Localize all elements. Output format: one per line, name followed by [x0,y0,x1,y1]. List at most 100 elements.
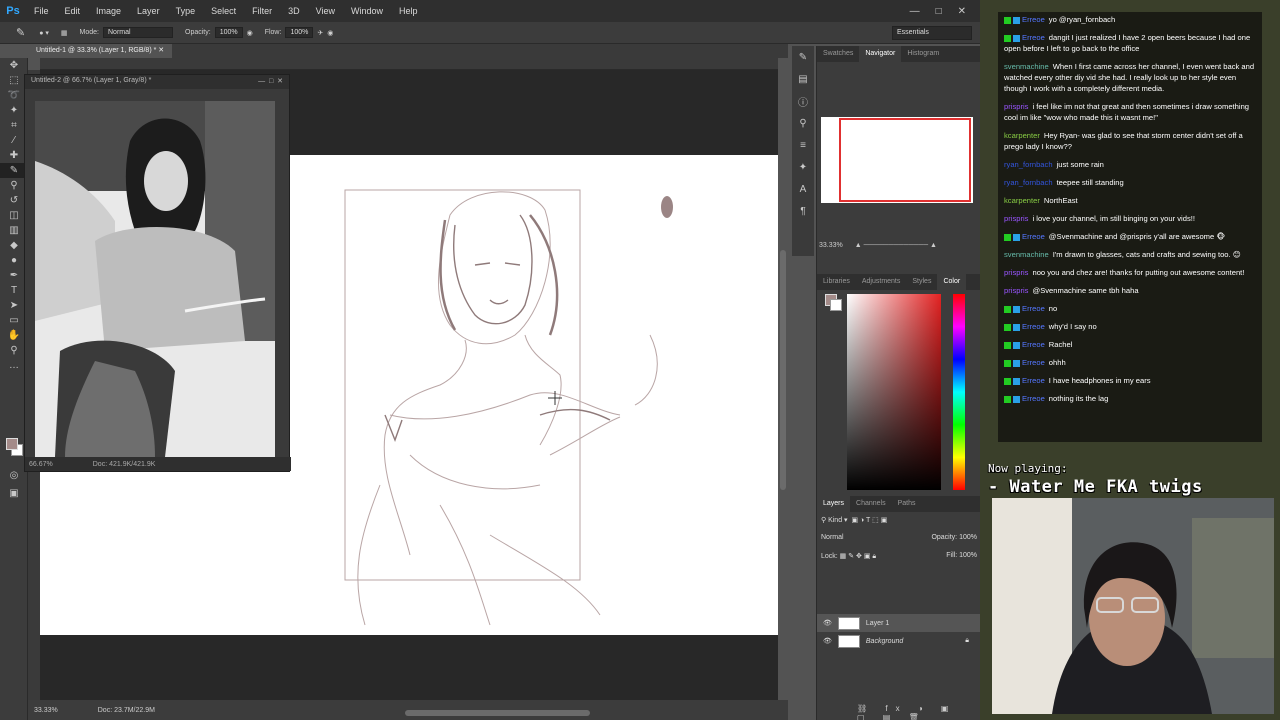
workspace-select[interactable]: Essentials [892,26,972,40]
chat-username[interactable]: Erreoe [1022,358,1045,367]
tab-navigator[interactable]: Navigator [859,46,902,62]
character-icon[interactable]: A [792,178,814,200]
tab-layers[interactable]: Layers [817,496,851,512]
horizontal-scrollbar[interactable] [405,710,590,716]
info-panel-icon[interactable]: ⓘ [792,90,814,112]
color-bg-swatch[interactable] [830,299,842,311]
move-tool-icon[interactable]: ✥ [0,58,28,73]
properties-icon[interactable]: ≡ [792,134,814,156]
layer-row-background[interactable]: 👁︎ Background 🔒︎ [817,632,981,650]
chat-username[interactable]: svenmachine [1004,250,1049,259]
status-zoom[interactable]: 33.33% [34,707,58,714]
lock-controls: Lock: ▦ ✎ ✥ ▣ 🔒︎ [821,553,877,560]
menu-select[interactable]: Select [203,6,244,16]
chat-username[interactable]: Erreoe [1022,340,1045,349]
navigator-view-frame[interactable] [839,118,971,202]
airbrush-icon[interactable]: ✈ [317,29,323,37]
chat-text: no [1048,304,1058,313]
close-button[interactable]: ✕ [958,6,966,17]
blend-mode-select[interactable]: Normal [821,534,844,541]
chat-message: Erreoe yo @ryan_fornbach [998,12,1262,27]
layer-filter[interactable]: ⚲ Kind ▾ ▣ ◑ T ⬚ ▣ [821,516,887,524]
color-saturation-picker[interactable] [847,294,941,490]
chat-username[interactable]: Erreoe [1022,232,1045,241]
eye-icon[interactable]: 👁︎ [823,637,832,645]
history-panel-icon[interactable]: ▤ [792,68,814,90]
sub-badge-icon [1013,377,1020,385]
brush-panel-icon[interactable]: ✎ [792,46,814,68]
tab-paths[interactable]: Paths [892,496,922,512]
reference-window[interactable]: Untitled-2 @ 66.7% (Layer 1, Gray/8) * —… [24,74,291,472]
chat-username[interactable]: kcarpenter [1004,196,1040,205]
menu-type[interactable]: Type [168,6,204,16]
menu-3d[interactable]: 3D [280,6,308,16]
clone-source-icon[interactable]: ⚲ [792,112,814,134]
sub-badge-icon [1013,16,1020,24]
menu-file[interactable]: File [26,6,57,16]
chat-username[interactable]: Erreoe [1022,304,1045,313]
menu-window[interactable]: Window [343,6,391,16]
check-badge-icon [1004,341,1011,349]
brush-panel-icon[interactable]: ▦ [61,29,68,37]
chat-username[interactable]: Erreoe [1022,376,1045,385]
screen-mode-icon[interactable]: ▣ [0,486,28,501]
menu-help[interactable]: Help [391,6,426,16]
tab-channels[interactable]: Channels [850,496,892,512]
brush-tool-icon[interactable]: ✎ [16,26,25,39]
chat-username[interactable]: Erreoe [1022,33,1045,42]
menu-image[interactable]: Image [88,6,129,16]
tab-color[interactable]: Color [937,274,967,290]
chat-username[interactable]: prispris [1004,286,1028,295]
pressure-size-icon[interactable]: ◉ [327,29,333,37]
chat-text: why'd I say no [1048,322,1097,331]
menu-filter[interactable]: Filter [244,6,280,16]
chat-username[interactable]: Erreoe [1022,322,1045,331]
menu-view[interactable]: View [308,6,343,16]
layer-row-layer-1[interactable]: 👁︎ Layer 1 [817,614,981,632]
chat-text: yo @ryan_fornbach [1048,15,1116,24]
chat-message: kcarpenter Hey Ryan- was glad to see that… [998,128,1262,154]
navigator-zoom-slider[interactable]: ▲ ───────────── ▲ [855,242,937,249]
opacity-field[interactable]: 100% [214,27,243,38]
tab-libraries[interactable]: Libraries [817,274,856,290]
reference-zoom[interactable]: 66.67% [29,461,53,468]
chat-username[interactable]: ryan_fornbach [1004,160,1053,169]
foreground-color-swatch[interactable] [6,438,18,450]
tab-styles[interactable]: Styles [906,274,937,290]
chat-username[interactable]: ryan_fornbach [1004,178,1053,187]
layers-footer-buttons[interactable]: ⛓ fx ◑ ▣ ▢ ▤ 🗑︎ [857,704,981,720]
pressure-opacity-icon[interactable]: ◉ [247,29,253,37]
navigator-zoom-value[interactable]: 33.33% [819,242,843,249]
maximize-button[interactable]: □ [936,6,942,17]
drawing-canvas[interactable] [290,155,778,635]
flow-field[interactable]: 100% [285,27,314,38]
hue-slider[interactable] [953,294,965,490]
close-tab-icon[interactable]: ✕ [158,47,164,54]
opacity-control: Opacity: 100% ◉ [185,27,253,38]
chat-username[interactable]: prispris [1004,268,1028,277]
eye-icon[interactable]: 👁︎ [823,619,832,627]
vertical-scrollbar[interactable] [780,250,786,490]
chat-username[interactable]: Erreoe [1022,15,1045,24]
reference-title-bar[interactable]: Untitled-2 @ 66.7% (Layer 1, Gray/8) * —… [25,75,289,89]
mode-select[interactable]: Normal [103,27,173,38]
brush-preset-picker[interactable]: ● ▾ [39,29,49,37]
reference-window-controls[interactable]: — □ ✕ [258,77,283,87]
chat-username[interactable]: Erreoe [1022,394,1045,403]
tab-adjustments[interactable]: Adjustments [856,274,907,290]
chat-message: Erreoe Rachel [998,337,1262,352]
chat-username[interactable]: prispris [1004,214,1028,223]
layer-opacity-field[interactable]: 100% [959,534,977,541]
fill-field[interactable]: 100% [959,552,977,559]
menu-edit[interactable]: Edit [57,6,89,16]
paragraph-icon[interactable]: ¶ [792,200,814,222]
chat-username[interactable]: prispris [1004,102,1028,111]
document-tab[interactable]: Untitled-1 @ 33.3% (Layer 1, RGB/8) * ✕ [28,44,173,58]
tab-histogram[interactable]: Histogram [901,46,945,62]
tab-swatches[interactable]: Swatches [817,46,859,62]
chat-username[interactable]: svenmachine [1004,62,1049,71]
chat-username[interactable]: kcarpenter [1004,131,1040,140]
minimize-button[interactable]: — [910,6,920,17]
tool-presets-icon[interactable]: ✦ [792,156,814,178]
menu-layer[interactable]: Layer [129,6,168,16]
